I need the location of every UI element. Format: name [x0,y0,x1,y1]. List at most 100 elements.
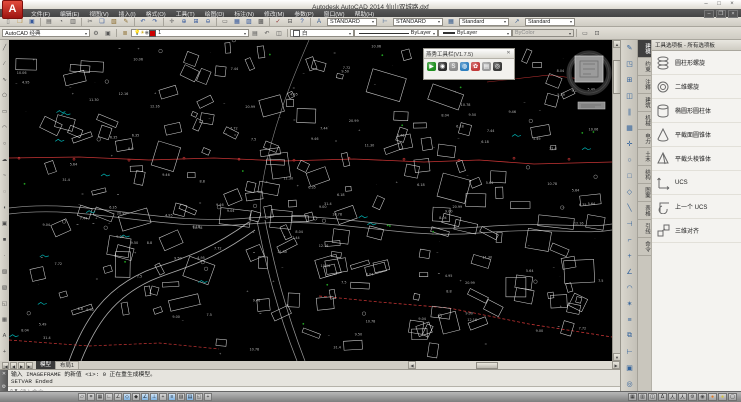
tool-palette-header[interactable]: 工具选项板 - 所有选项板 [652,40,741,51]
break-icon[interactable]: ⌐ [622,232,637,248]
zoom-window-icon[interactable]: ⊞ [191,17,202,27]
minimize-icon[interactable]: – [701,1,711,8]
move-icon[interactable]: ✛ [622,136,637,152]
palette-tab-注释[interactable]: 注释 [638,76,651,94]
autoscale-button[interactable]: 人 [678,393,687,401]
annotation-scale-button[interactable]: Δ [658,393,667,401]
layer-properties-icon[interactable]: ≣ [120,28,131,38]
erase-icon[interactable]: ◳ [622,56,637,72]
help-icon[interactable]: ? [297,17,308,27]
palette-item-coil[interactable]: 圆柱形螺旋 [652,51,741,75]
palette-item-ucs[interactable]: UCS [652,171,741,195]
zoom-realtime-icon[interactable]: ⊕ [179,17,190,27]
pan-icon[interactable]: ✛ [167,17,178,27]
bars-icon[interactable]: ▤ [482,62,491,71]
isolate-objects-button[interactable]: ● [718,393,727,401]
color-combo[interactable]: 白 ▾ [290,29,354,37]
dynamic-ucs-toggle[interactable]: ⊥ [150,393,158,401]
view-icon[interactable]: ◎ [622,376,637,392]
designcenter-icon[interactable]: ▦ [232,17,243,27]
paste-icon[interactable]: ▧ [109,17,120,27]
palette-tab-机械[interactable]: 机械 [638,112,651,130]
3d-object-snap-toggle[interactable]: ◆ [132,393,140,401]
globe-icon[interactable]: ◍ [460,62,469,71]
tab-模型[interactable]: 模型 [36,361,55,369]
annotation-visibility-button[interactable]: 人 [668,393,677,401]
doc-minimize-icon[interactable]: – [704,10,714,18]
close-icon[interactable]: ✕ [505,50,512,57]
offset-icon[interactable]: ∥ [622,104,637,120]
tab-nav-button[interactable]: ▶ [18,362,25,369]
launch-icon[interactable]: ▶ [427,62,436,71]
properties-icon[interactable]: ▭ [220,17,231,27]
trim-icon[interactable]: ╲ [622,200,637,216]
plot-icon[interactable]: ▤ [44,17,55,27]
table-style-combo[interactable]: Standard▾ [459,18,509,26]
match-properties-icon[interactable]: ✎ [121,17,132,27]
palette-item-pyramid[interactable]: 平截头棱锥体 [652,147,741,171]
workspace-switch-button[interactable]: ⚙ [688,393,697,401]
block-icon[interactable]: ▣ [622,360,637,376]
redo-icon[interactable]: ↷ [150,17,161,27]
mirror-icon[interactable]: ◫ [622,88,637,104]
toolbar-lock-button[interactable]: ◉ [698,393,707,401]
workspace-save-icon[interactable]: ▣ [103,28,114,38]
quick-properties-toggle[interactable]: ▤ [186,393,194,401]
measure-icon[interactable]: ⊢ [622,344,637,360]
wrench-icon[interactable]: ⚙ [2,385,6,390]
plot-preview-icon[interactable]: ◔ [56,17,67,27]
palette-tab-土木[interactable]: 土木 [638,148,651,166]
palette-item-cone[interactable]: 平截面圆锥体 [652,123,741,147]
palette-item-spiral[interactable]: 二维螺旋 [652,75,741,99]
palette-tab-建筑[interactable]: 建筑 [638,94,651,112]
doc-close-icon[interactable]: × [728,10,738,18]
dynamic-input-toggle[interactable]: + [159,393,167,401]
scroll-right-icon[interactable]: ▶ [612,361,620,369]
layer-combo[interactable]: 💡 ☀ ◉ 1 ▾ [131,29,249,37]
drawing-canvas[interactable]: 9.5010.7811.308.049.465.497.729.0431.420… [9,40,612,361]
command-palette-grip[interactable]: ✕ ⚙ [0,370,8,392]
rotate-icon[interactable]: ○ [622,152,637,168]
polar-tracking-toggle[interactable]: ∠ [114,393,122,401]
scroll-left-icon[interactable]: ◀ [408,361,416,369]
clean-screen-button[interactable]: ▢ [728,393,737,401]
extend-icon[interactable]: ⊣ [622,216,637,232]
transparency-toggle[interactable]: ▨ [177,393,185,401]
infer-constraints-toggle[interactable]: ▱ [78,393,86,401]
palette-tab-命令[interactable]: 命令 [638,238,651,256]
tab-nav-button[interactable]: ◀ [10,362,17,369]
join-icon[interactable]: + [622,248,637,264]
stretch-icon[interactable]: ◇ [622,184,637,200]
save-icon[interactable]: ▣ [27,17,38,27]
horizontal-scroll-thumb[interactable] [476,362,498,369]
quick-view-layouts-button[interactable]: ▥ [638,393,647,401]
quickcalc-icon[interactable]: ⊟ [285,17,296,27]
workspace-combo[interactable]: AutoCAD 经典 ▾ [2,29,90,37]
cut-icon[interactable]: ✂ [85,17,96,27]
palette-item-align[interactable]: 三维对齐 [652,219,741,243]
selection-cycling-toggle[interactable]: ◱ [195,393,203,401]
close-icon[interactable]: ✕ [2,372,6,377]
lens-icon[interactable]: ◎ [493,62,502,71]
record-icon[interactable]: ◉ [438,62,447,71]
palette-tab-电力[interactable]: 电力 [638,130,651,148]
mleader-style-combo[interactable]: Standard▾ [525,18,575,26]
array-icon[interactable]: ▦ [622,120,637,136]
publish-icon[interactable]: ▥ [68,17,79,27]
copy-icon[interactable]: ❏ [97,17,108,27]
chamfer-icon[interactable]: ∠ [622,264,637,280]
palette-tab-约束[interactable]: 约束 [638,58,651,76]
lineweight-combo[interactable]: ByLayer ▾ [438,29,512,37]
doc-restore-icon[interactable]: ❐ [716,10,726,18]
fillet-icon[interactable]: ◠ [622,280,637,296]
viewport-icon[interactable]: ⊡ [592,28,603,38]
text-style-combo[interactable]: STANDARD▾ [327,18,377,26]
model-space-button[interactable]: ▦ [628,393,637,401]
workspace-settings-icon[interactable]: ⚙ [91,28,102,38]
edit-pencil-icon[interactable]: ✎ [622,40,637,56]
dim-style-combo[interactable]: STANDARD▾ [393,18,443,26]
grid-display-toggle[interactable]: ▦ [96,393,104,401]
palette-item-cylinder[interactable]: 椭圆形圆柱体 [652,99,741,123]
palette-tab-表格[interactable]: 表格 [638,202,651,220]
knot-icon[interactable]: S [449,62,458,71]
